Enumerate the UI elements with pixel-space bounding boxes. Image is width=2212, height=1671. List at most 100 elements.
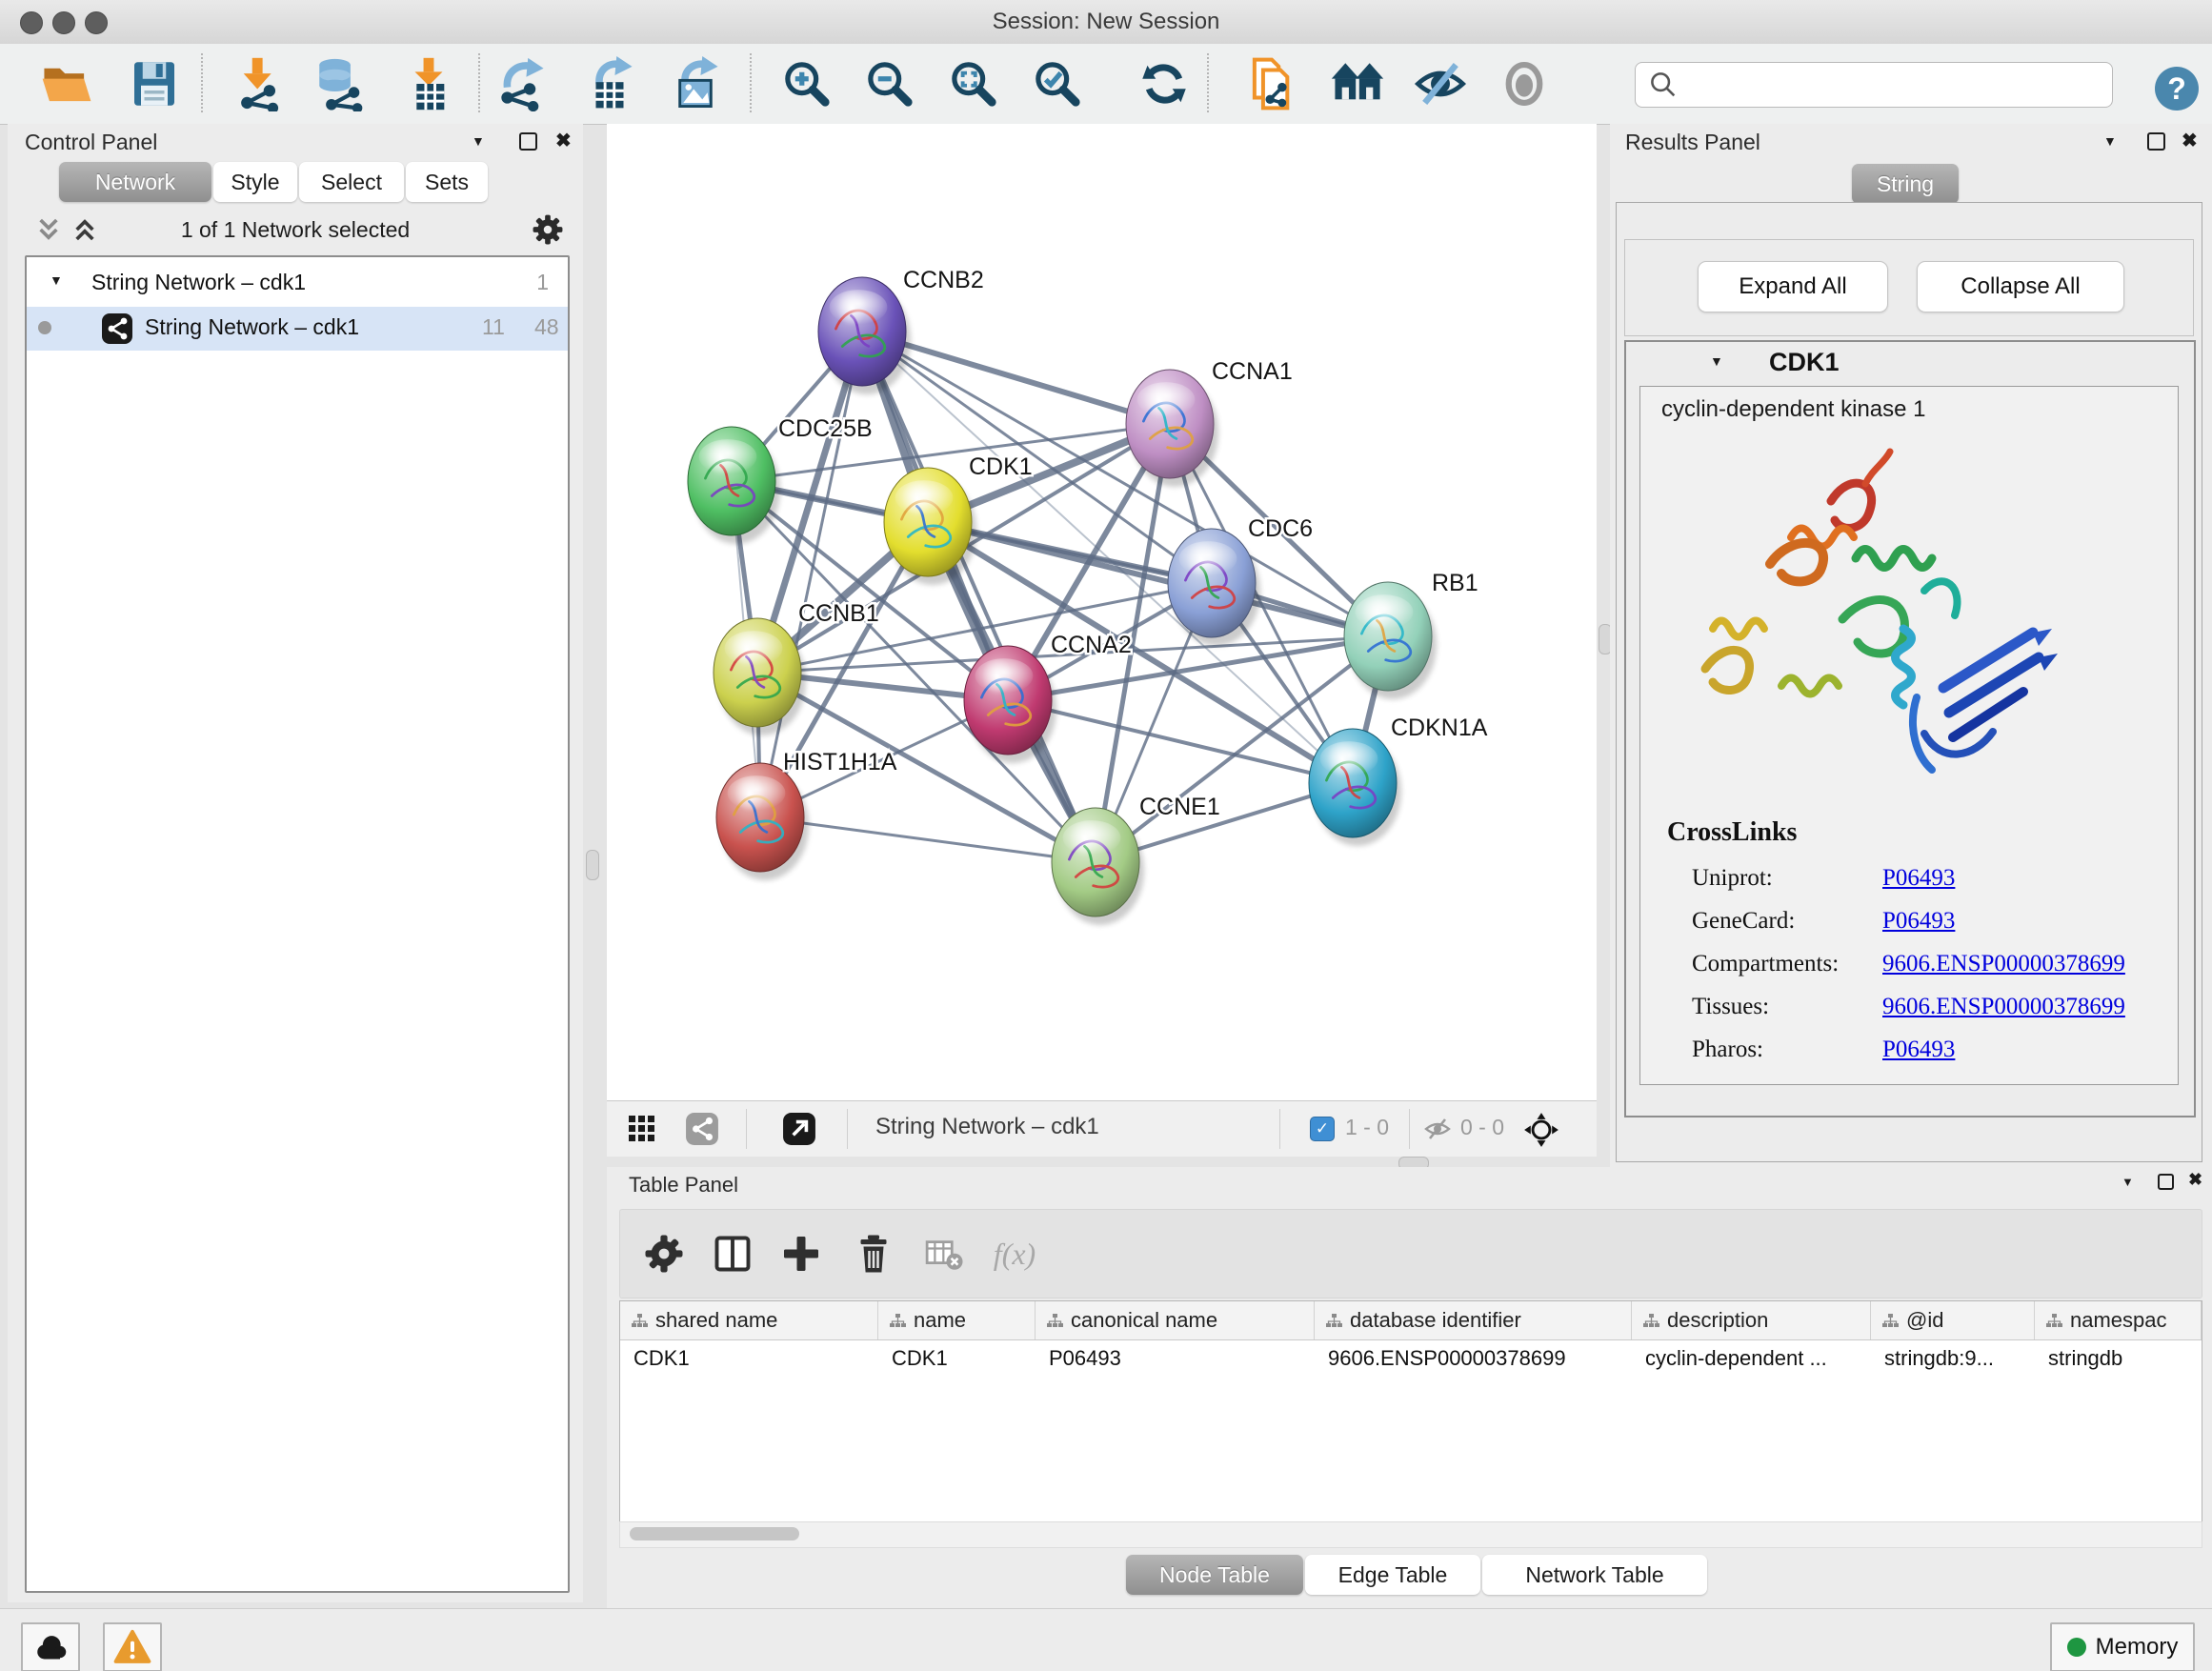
column-header-name[interactable]: name [878,1301,1036,1339]
network-node-RB1[interactable] [1344,582,1437,699]
results-panel-menu-arrow-icon[interactable]: ▼ [2103,133,2117,149]
warnings-button[interactable] [103,1622,162,1671]
column-header-@id[interactable]: @id [1871,1301,2035,1339]
crosslink-link[interactable]: P06493 [1882,1037,1955,1063]
table-cell[interactable]: stringdb:9... [1871,1340,2035,1377]
save-session-button[interactable] [122,53,187,114]
column-header-description[interactable]: description [1632,1301,1871,1339]
network-view-canvas[interactable]: CCNB2CCNA1CDC25BCDK1CDC6RB1CCNB1CCNA2CDK… [607,124,1597,1100]
column-header-namespac[interactable]: namespac [2035,1301,2202,1339]
column-header-canonical-name[interactable]: canonical name [1036,1301,1315,1339]
table-cell[interactable]: CDK1 [878,1340,1036,1377]
export-network-button[interactable] [489,53,553,114]
cloud-status-button[interactable] [21,1622,80,1671]
column-header-shared-name[interactable]: shared name [620,1301,878,1339]
tab-edge-table[interactable]: Edge Table [1305,1555,1480,1595]
table-panel-float-icon[interactable] [2158,1174,2174,1190]
string-network-graph[interactable]: CCNB2CCNA1CDC25BCDK1CDC6RB1CCNB1CCNA2CDK… [607,124,1597,1100]
table-cell[interactable]: 9606.ENSP00000378699 [1315,1340,1632,1377]
cdk1-section-expander-icon[interactable]: ▼ [1710,353,1723,369]
crosslink-link[interactable]: P06493 [1882,865,1955,892]
tab-network[interactable]: Network [59,162,211,202]
left-splitter-grip[interactable] [586,850,599,880]
memory-button[interactable]: Memory [2050,1622,2195,1671]
show-columns-button[interactable] [706,1227,759,1280]
network-edge[interactable] [928,522,1388,636]
export-table-button[interactable] [577,53,642,114]
birds-eye-view-grid-icon[interactable] [627,1114,657,1149]
open-session-button[interactable] [34,53,99,114]
network-node-CDC25B[interactable] [688,427,780,544]
column-header-database-identifier[interactable]: database identifier [1315,1301,1632,1339]
tab-network-table[interactable]: Network Table [1482,1555,1707,1595]
results-panel-close-icon[interactable]: ✖ [2182,129,2198,152]
network-node-CDKN1A[interactable] [1309,729,1401,846]
tab-select[interactable]: Select [299,162,404,202]
import-network-from-file-button[interactable] [227,53,292,114]
table-panel-menu-arrow-icon[interactable]: ▼ [2122,1175,2134,1189]
network-node-CCNA2[interactable] [964,646,1056,763]
export-image-button[interactable] [663,53,728,114]
network-node-HIST1H1A[interactable] [716,763,809,880]
group-nodes-button[interactable] [1325,53,1390,114]
import-network-from-database-button[interactable] [308,53,372,114]
hidden-items-eye-slash-icon[interactable] [1422,1114,1453,1149]
network-node-CCNA1[interactable] [1126,370,1218,487]
table-cell[interactable]: stringdb [2035,1340,2202,1377]
control-panel-close-icon[interactable]: ✖ [555,129,572,152]
crosslink-link[interactable]: 9606.ENSP00000378699 [1882,994,2125,1020]
search-input[interactable] [1679,65,2112,105]
zoom-out-button[interactable] [857,53,922,114]
table-cell[interactable]: cyclin-dependent ... [1632,1340,1871,1377]
create-column-button[interactable] [774,1227,828,1280]
network-node-CDC6[interactable] [1168,529,1260,646]
expand-all-button[interactable]: Expand All [1698,261,1888,312]
table-cell[interactable]: P06493 [1036,1340,1315,1377]
pan-crosshair-icon[interactable] [1523,1112,1559,1153]
zoom-in-button[interactable] [774,53,839,114]
network-node-CDK1[interactable] [884,468,976,585]
import-table-from-file-button[interactable] [396,53,461,114]
control-panel-menu-arrow-icon[interactable]: ▼ [472,133,485,149]
zoom-fit-button[interactable] [941,53,1006,114]
collapse-all-button[interactable]: Collapse All [1917,261,2124,312]
new-network-from-selection-button[interactable] [1239,53,1304,114]
crosslink-link[interactable]: P06493 [1882,908,1955,935]
control-panel-float-icon[interactable] [519,132,537,151]
table-row[interactable]: CDK1CDK1P064939606.ENSP00000378699cyclin… [620,1340,2202,1377]
network-node-CCNB2[interactable] [818,277,911,394]
table-options-button[interactable] [637,1227,691,1280]
selected-items-checkbox[interactable]: ✓ [1310,1117,1335,1141]
show-graphics-details-button[interactable] [1492,53,1557,114]
help-button[interactable]: ? [2155,67,2199,111]
hide-graphics-details-button[interactable] [1408,53,1473,114]
results-panel-float-icon[interactable] [2147,132,2165,151]
table-cell[interactable]: CDK1 [620,1340,878,1377]
protein-description: cyclin-dependent kinase 1 [1661,396,1926,423]
column-header-label: database identifier [1350,1308,1521,1333]
network-options-gear-icon[interactable] [530,211,566,252]
results-scroll-area[interactable]: ▼ CDK1 cyclin-dependent kinase 1 [1624,340,2196,1117]
table-horizontal-scrollbar[interactable] [619,1521,2202,1548]
network-row-selected[interactable]: String Network – cdk1 11 48 [27,307,568,351]
network-node-CCNB1[interactable] [714,618,806,735]
tab-string[interactable]: String [1852,164,1959,204]
network-edge[interactable] [760,817,1096,862]
network-collection-row[interactable]: ▼ String Network – cdk1 1 [27,265,568,307]
open-folder-icon [39,56,94,111]
crosslink-link[interactable]: 9606.ENSP00000378699 [1882,951,2125,977]
scrollbar-thumb[interactable] [630,1527,799,1540]
zoom-selected-button[interactable] [1025,53,1090,114]
fit-content-button[interactable] [782,1112,816,1151]
tab-node-table[interactable]: Node Table [1126,1555,1303,1595]
table-panel-close-icon[interactable]: ✖ [2188,1170,2202,1190]
tree-expander-icon[interactable]: ▼ [50,272,63,288]
delete-column-button[interactable] [847,1227,900,1280]
apply-layout-button[interactable] [1132,53,1196,114]
network-node-CCNE1[interactable] [1052,808,1144,925]
export-network-icon [493,56,549,111]
node-table[interactable]: shared namenamecanonical name database id… [619,1300,2202,1523]
tab-style[interactable]: Style [213,162,297,202]
tab-sets[interactable]: Sets [406,162,488,202]
string-app-icon-disabled[interactable] [685,1112,719,1151]
